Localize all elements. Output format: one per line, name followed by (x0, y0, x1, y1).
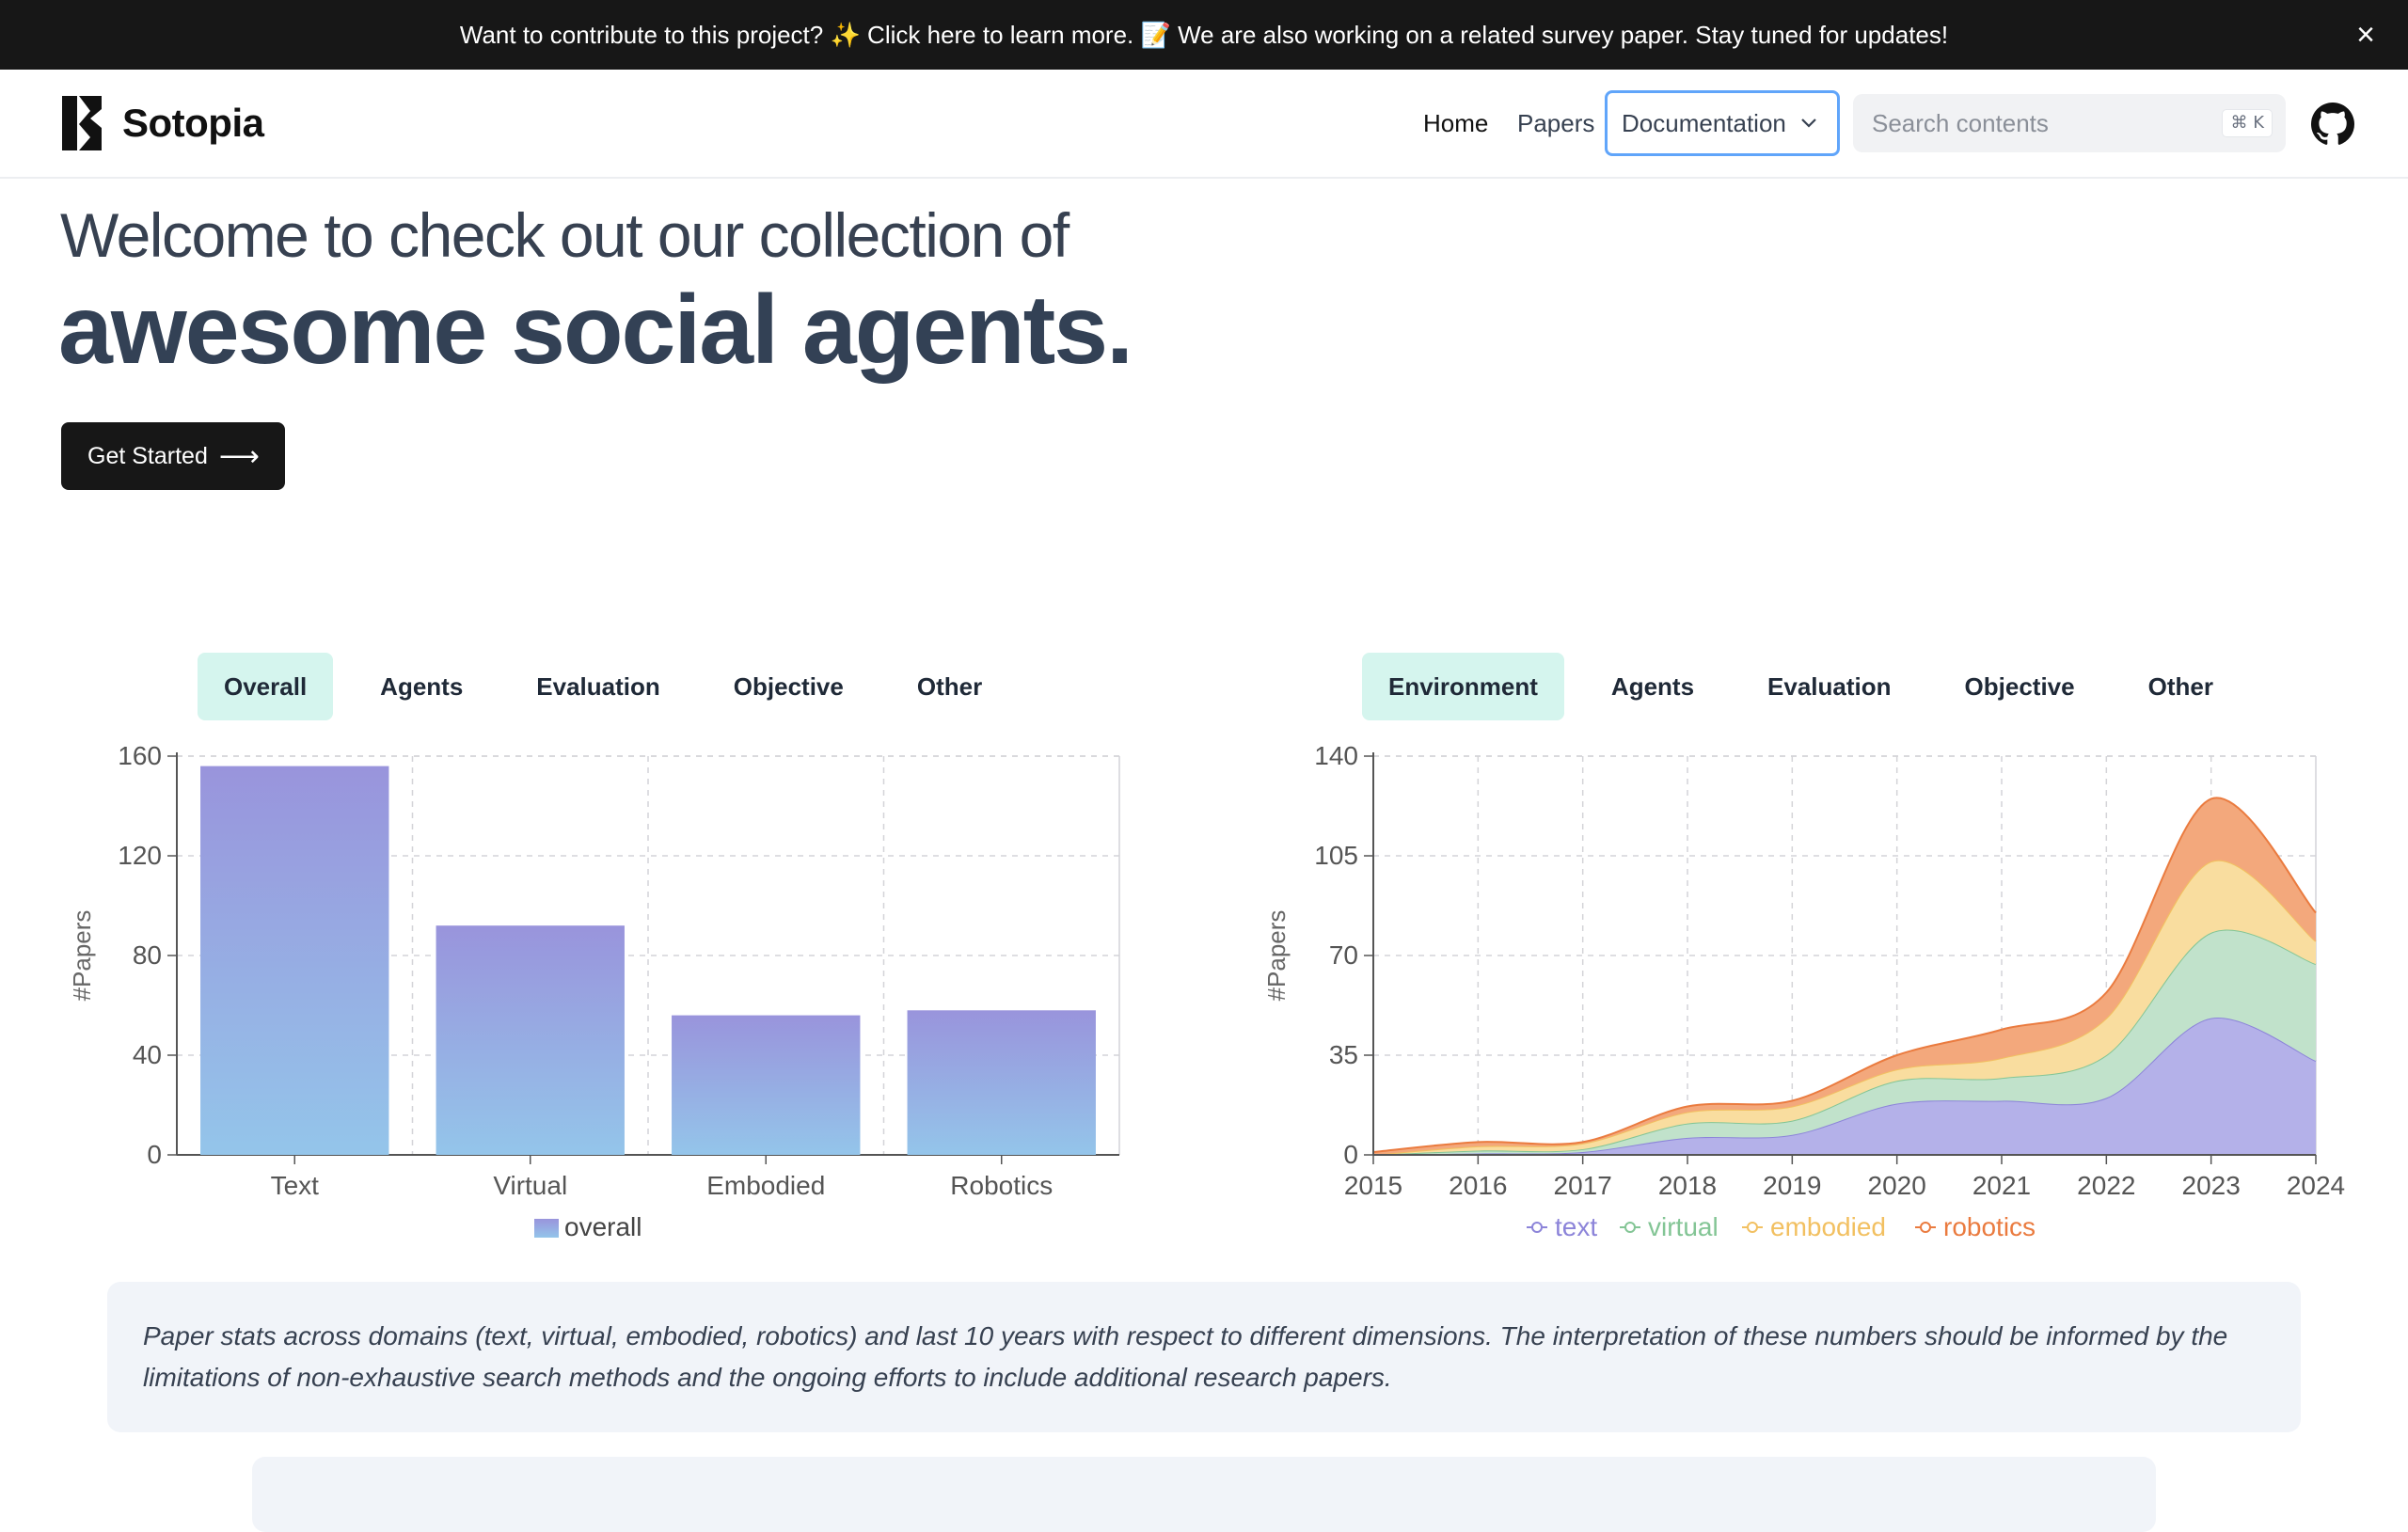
legend-marker-embodied (1747, 1222, 1758, 1233)
announcement-banner[interactable]: Want to contribute to this project? ✨ Cl… (0, 0, 2408, 70)
tab-other-right[interactable]: Other (2122, 653, 2240, 720)
y-axis-label: #Papers (1262, 910, 1291, 1002)
x-tick-label: 2016 (1449, 1171, 1507, 1200)
x-tick-label: 2020 (1868, 1171, 1926, 1200)
y-tick-label: 40 (133, 1040, 162, 1069)
documentation-dropdown[interactable]: Documentation (1605, 90, 1840, 156)
y-tick-label: 0 (1343, 1140, 1358, 1169)
bar-text (200, 766, 389, 1155)
brand-name: Sotopia (122, 101, 264, 145)
search-box[interactable]: ⌘ K (1853, 94, 2286, 152)
x-tick-label: 2018 (1658, 1171, 1717, 1200)
y-tick-label: 120 (118, 841, 162, 870)
legend-marker-text (1531, 1222, 1543, 1233)
overall-bar-chart: 0 40 80 120 160 Text Virtual Embodied Robotics #P… (68, 741, 1120, 1241)
y-tick-label: 140 (1314, 741, 1358, 770)
legend-label: overall (564, 1212, 642, 1241)
close-icon[interactable]: × (2348, 17, 2384, 53)
x-tick-label: Text (271, 1171, 320, 1200)
github-icon[interactable] (2311, 103, 2354, 146)
search-shortcut-badge: ⌘ K (2222, 109, 2273, 137)
x-tick-label: 2024 (2287, 1171, 2345, 1200)
tab-objective-right[interactable]: Objective (1939, 653, 2101, 720)
nav-papers-link[interactable]: Papers (1517, 109, 1594, 138)
tab-objective[interactable]: Objective (707, 653, 870, 720)
bar-virtual (436, 925, 625, 1155)
tab-agents-right[interactable]: Agents (1585, 653, 1720, 720)
banner-text[interactable]: Want to contribute to this project? ✨ Cl… (460, 21, 1948, 50)
environment-area-chart: 0 35 70 105 140 2015 2016 2017 2018 2019 2020 2021 2… (1262, 741, 2345, 1241)
right-chart-tabs: Environment Agents Evaluation Objective … (1362, 653, 2260, 720)
y-tick-label: 105 (1314, 841, 1358, 870)
left-chart-tabs: Overall Agents Evaluation Objective Othe… (198, 653, 1029, 720)
y-tick-label: 35 (1329, 1040, 1358, 1069)
bar-robotics (907, 1010, 1096, 1155)
area-legend: text virtual embodied robotics (1527, 1212, 2036, 1241)
bar-embodied (672, 1015, 861, 1155)
x-tick-label: 2019 (1763, 1171, 1821, 1200)
bar-legend: overall (534, 1212, 642, 1241)
search-input[interactable] (1872, 108, 2210, 138)
brand-logo[interactable]: Sotopia (62, 96, 264, 150)
x-tick-label: 2023 (2182, 1171, 2241, 1200)
get-started-button[interactable]: Get Started ⟶ (61, 422, 285, 490)
legend-marker-virtual (1624, 1222, 1636, 1233)
tab-evaluation[interactable]: Evaluation (510, 653, 686, 720)
legend-marker-robotics (1920, 1222, 1931, 1233)
get-started-label: Get Started (87, 442, 208, 469)
x-tick-label: 2021 (1972, 1171, 2031, 1200)
nav-home-link[interactable]: Home (1423, 109, 1488, 138)
hero-title: awesome social agents. (58, 276, 1133, 385)
x-tick-label: Embodied (706, 1171, 825, 1200)
hero-subtitle: Welcome to check out our collection of (60, 200, 1069, 270)
x-tick-label: 2022 (2077, 1171, 2135, 1200)
y-tick-label: 0 (147, 1140, 162, 1169)
legend-label-virtual: virtual (1648, 1212, 1719, 1241)
tab-agents[interactable]: Agents (354, 653, 489, 720)
sotopia-logo-icon (62, 96, 102, 150)
legend-swatch (534, 1219, 559, 1238)
x-tick-label: Virtual (493, 1171, 567, 1200)
chevron-down-icon (1801, 118, 1816, 128)
documentation-label: Documentation (1622, 108, 1786, 137)
y-tick-label: 80 (133, 940, 162, 970)
tab-overall[interactable]: Overall (198, 653, 334, 720)
tab-evaluation-right[interactable]: Evaluation (1741, 653, 1917, 720)
arrow-right-icon: ⟶ (218, 439, 260, 473)
legend-label-text: text (1555, 1212, 1597, 1241)
legend-label-embodied: embodied (1770, 1212, 1886, 1241)
stats-caption: Paper stats across domains (text, virtua… (107, 1282, 2301, 1432)
y-tick-label: 70 (1329, 940, 1358, 970)
y-tick-label: 160 (118, 741, 162, 770)
x-tick-label: 2015 (1344, 1171, 1402, 1200)
x-tick-label: Robotics (950, 1171, 1053, 1200)
x-tick-label: 2017 (1554, 1171, 1612, 1200)
tab-environment[interactable]: Environment (1362, 653, 1564, 720)
y-axis-label: #Papers (68, 910, 96, 1002)
tab-other[interactable]: Other (891, 653, 1008, 720)
legend-label-robotics: robotics (1943, 1212, 2036, 1241)
bottom-card (252, 1457, 2156, 1532)
top-navbar: Sotopia Home Papers Documentation ⌘ K (0, 70, 2408, 179)
